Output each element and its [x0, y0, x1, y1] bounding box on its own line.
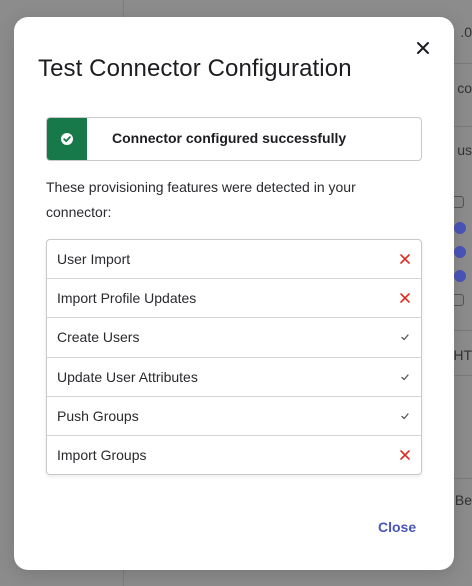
check-icon [401, 334, 409, 341]
feature-list: User Import Import Profile Updates Creat… [46, 239, 422, 476]
feature-label: User Import [57, 251, 131, 268]
list-item: Push Groups [47, 395, 421, 435]
x-icon [400, 293, 410, 304]
x-icon [400, 450, 410, 460]
success-banner: Connector configured successfully [46, 117, 422, 161]
intro-text: These provisioning features were detecte… [46, 179, 356, 220]
close-icon[interactable] [414, 39, 432, 57]
background-checkbox-checked [454, 270, 466, 282]
x-icon [400, 254, 410, 264]
background-text: HT [453, 347, 472, 363]
feature-label: Import Profile Updates [57, 290, 197, 307]
success-check-icon [61, 133, 73, 145]
background-divider [454, 330, 472, 331]
background-divider [454, 63, 472, 64]
background-text: co [457, 80, 472, 96]
background-text: us [457, 142, 472, 158]
banner-icon-area [47, 118, 87, 160]
list-item: User Import [47, 240, 421, 278]
check-icon [401, 413, 409, 419]
list-item: Update User Attributes [47, 356, 421, 396]
background-checkbox-checked [454, 222, 466, 234]
close-button[interactable]: Close [378, 519, 416, 535]
list-item: Create Users [47, 317, 421, 356]
list-item: Import Groups [47, 434, 421, 474]
background-text: Be [454, 492, 472, 508]
dialog-title: Test Connector Configuration [38, 55, 352, 82]
test-connector-dialog: Test Connector Configuration Connector c… [14, 17, 454, 570]
background-divider [454, 126, 472, 127]
background-text: .0 [460, 24, 472, 40]
feature-label: Import Groups [57, 447, 147, 464]
feature-label: Update User Attributes [57, 368, 198, 385]
feature-label: Create Users [57, 329, 140, 346]
banner-message: Connector configured successfully [112, 130, 347, 146]
feature-label: Push Groups [57, 407, 139, 424]
list-item: Import Profile Updates [47, 278, 421, 317]
background-checkbox-checked [454, 246, 466, 258]
background-divider [454, 375, 472, 376]
background-divider [454, 478, 472, 479]
check-icon [401, 374, 409, 380]
